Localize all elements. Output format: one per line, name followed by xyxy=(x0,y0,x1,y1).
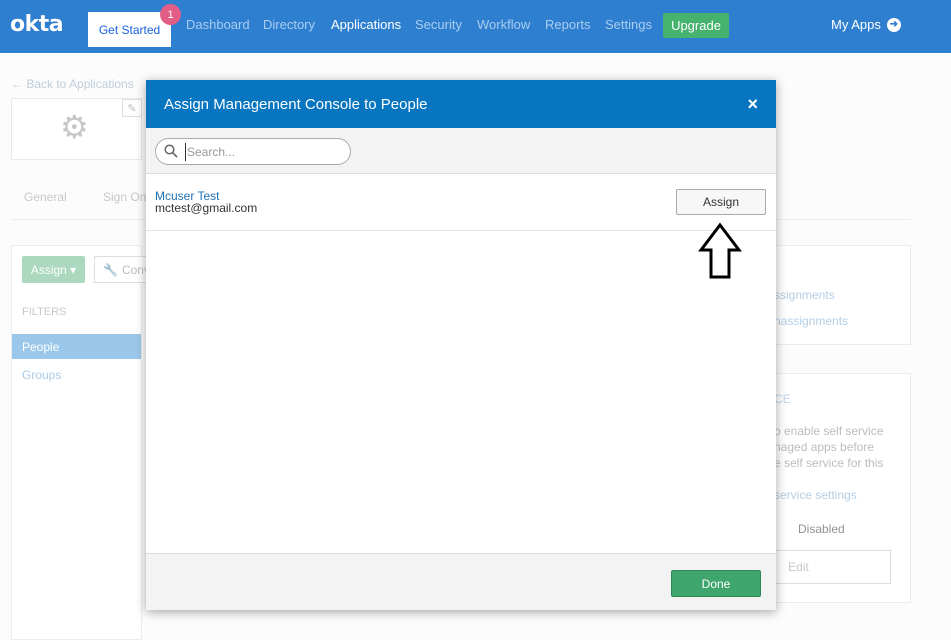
search-icon xyxy=(164,144,178,158)
arrow-right-icon: ➜ xyxy=(886,17,901,32)
nav-dashboard[interactable]: Dashboard xyxy=(186,17,250,32)
nav-security[interactable]: Security xyxy=(415,17,462,32)
search-bar xyxy=(146,128,776,174)
assign-people-modal: Assign Management Console to People × Mc… xyxy=(146,80,776,610)
okta-logo[interactable]: okta xyxy=(10,12,64,37)
close-icon[interactable]: × xyxy=(747,94,758,115)
user-email: mctest@gmail.com xyxy=(155,201,258,215)
my-apps-link[interactable]: My Apps ➜ xyxy=(831,17,901,32)
upgrade-button[interactable]: Upgrade xyxy=(663,13,729,38)
search-input[interactable] xyxy=(185,143,340,161)
assign-user-button[interactable]: Assign xyxy=(676,189,766,215)
search-box[interactable] xyxy=(155,138,351,165)
up-arrow-icon xyxy=(698,222,742,279)
get-started-button[interactable]: Get Started xyxy=(88,12,171,47)
top-nav: okta Get Started 1 Dashboard Directory A… xyxy=(0,0,951,53)
modal-header: Assign Management Console to People × xyxy=(146,80,776,128)
nav-workflow[interactable]: Workflow xyxy=(477,17,530,32)
notification-badge: 1 xyxy=(160,4,181,25)
nav-reports[interactable]: Reports xyxy=(545,17,591,32)
modal-title: Assign Management Console to People xyxy=(164,96,428,113)
nav-directory[interactable]: Directory xyxy=(263,17,315,32)
done-button[interactable]: Done xyxy=(671,570,761,597)
nav-applications[interactable]: Applications xyxy=(331,17,401,32)
my-apps-label: My Apps xyxy=(831,17,881,32)
nav-settings[interactable]: Settings xyxy=(605,17,652,32)
user-row: Mcuser Test mctest@gmail.com Assign xyxy=(146,175,776,231)
modal-footer: Done xyxy=(146,553,776,610)
